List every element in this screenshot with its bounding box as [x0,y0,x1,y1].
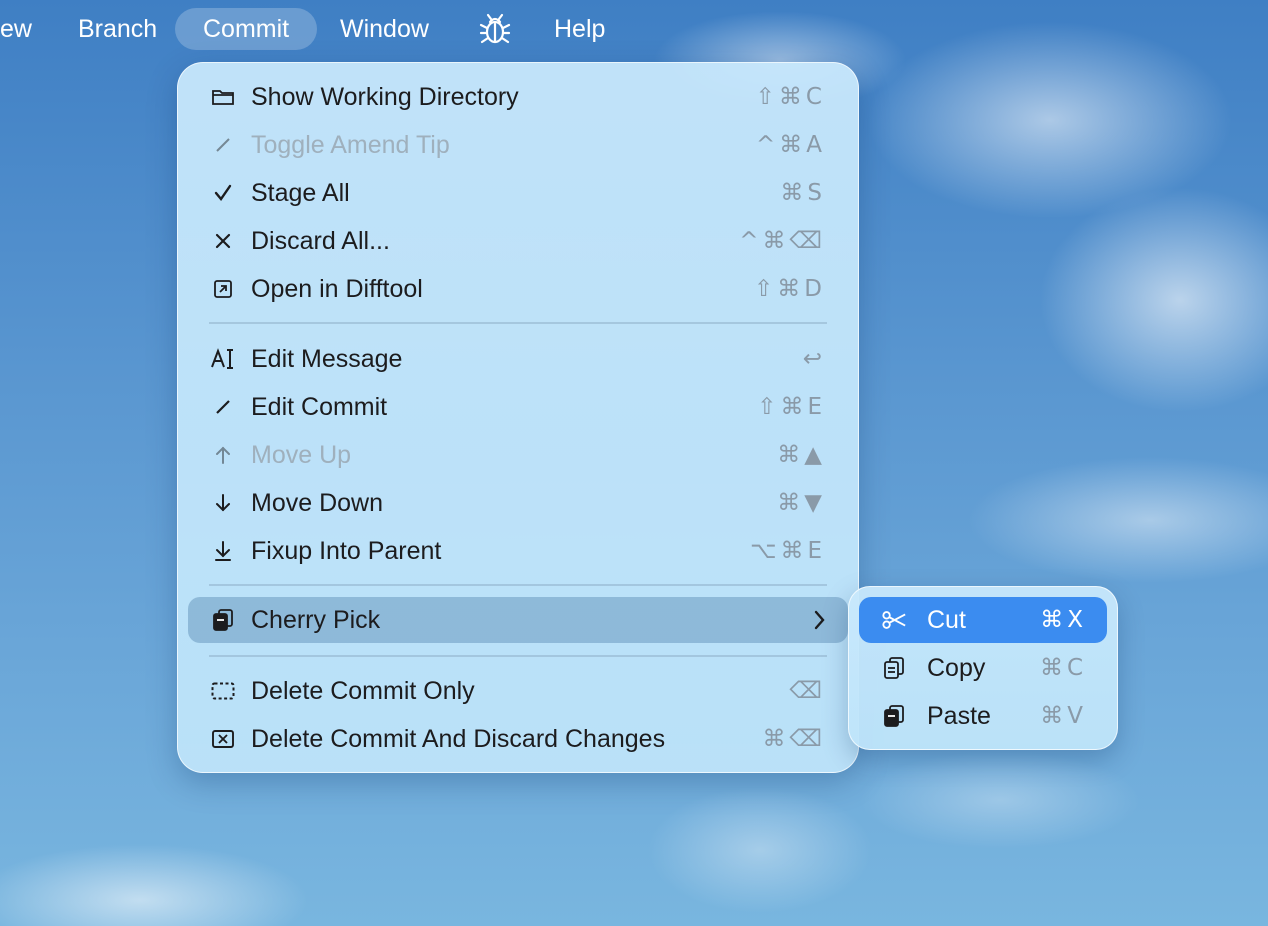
menu-item-label: Edit Commit [251,393,388,421]
shortcut: ⇧⌘E [757,394,826,420]
submenu-item-cut[interactable]: Cut ⌘X [859,597,1107,643]
shortcut: ^⌘⌫ [739,228,826,254]
menu-item-label: Toggle Amend Tip [251,131,450,159]
paste-icon [881,703,907,729]
menubar-item-commit[interactable]: Commit [175,8,318,50]
menu-item-label: Move Up [251,441,352,469]
menu-item-move-up: Move Up ⌘▲ [188,432,848,478]
separator [209,584,827,586]
submenu-item-paste[interactable]: Paste ⌘V [859,693,1107,739]
pencil-icon [210,132,236,158]
commit-menu: Show Working Directory ⇧⌘C Toggle Amend … [177,62,859,773]
bug-icon[interactable] [478,12,512,46]
arrow-down-to-line-icon [210,538,236,564]
menubar-item-help[interactable]: Help [546,8,613,50]
menu-item-label: Delete Commit Only [251,677,475,705]
copy-icon [881,655,907,681]
menubar-item-branch[interactable]: Branch [70,8,165,50]
submenu-item-label: Copy [927,654,986,682]
checkmark-icon [210,180,236,206]
shortcut: ⌥⌘E [749,538,826,564]
menu-item-cherry-pick[interactable]: Cherry Pick [188,597,848,643]
menu-item-edit-message[interactable]: Edit Message ↩ [188,336,848,382]
menu-item-label: Edit Message [251,345,403,373]
menu-item-label: Move Down [251,489,383,517]
menu-item-delete-commit-and-discard[interactable]: Delete Commit And Discard Changes ⌘⌫ [188,716,848,762]
shortcut: ⌘V [1040,703,1087,729]
shortcut: ⌘⌫ [762,726,826,752]
shortcut: ⇧⌘C [755,84,826,110]
separator [209,655,827,657]
submenu-item-copy[interactable]: Copy ⌘C [859,645,1107,691]
shortcut: ⌘S [780,180,826,206]
shortcut: ⌘X [1040,607,1087,633]
chevron-right-icon [812,609,826,636]
shortcut: ⌘▼ [777,490,826,516]
menu-item-stage-all[interactable]: Stage All ⌘S [188,170,848,216]
shortcut: ^⌘A [755,132,826,158]
menu-item-label: Stage All [251,179,350,207]
menubar-item-window[interactable]: Window [332,8,437,50]
menu-item-label: Delete Commit And Discard Changes [251,725,666,753]
x-icon [210,228,236,254]
menu-item-delete-commit-only[interactable]: Delete Commit Only ⌫ [188,668,848,714]
cherry-pick-submenu: Cut ⌘X Copy ⌘C Paste ⌘V [848,586,1118,750]
menu-item-label: Discard All... [251,227,390,255]
menu-item-edit-commit[interactable]: Edit Commit ⇧⌘E [188,384,848,430]
text-cursor-icon [210,346,236,372]
menubar-item-view[interactable]: ew [0,8,40,50]
separator [209,322,827,324]
arrow-down-icon [210,490,236,516]
shortcut: ↩ [802,346,826,372]
menu-item-fixup-into-parent[interactable]: Fixup Into Parent ⌥⌘E [188,528,848,574]
external-box-icon [210,276,236,302]
shortcut: ⌘▲ [777,442,826,468]
submenu-item-label: Cut [927,606,966,634]
menu-item-label: Fixup Into Parent [251,537,442,565]
shortcut: ⌘C [1039,655,1087,681]
menu-item-open-in-difftool[interactable]: Open in Difftool ⇧⌘D [188,266,848,312]
scissors-icon [881,607,907,633]
dashed-rect-icon [210,678,236,704]
menu-item-toggle-amend-tip: Toggle Amend Tip ^⌘A [188,122,848,168]
menu-item-discard-all[interactable]: Discard All... ^⌘⌫ [188,218,848,264]
folder-icon [210,84,236,110]
menu-item-show-working-directory[interactable]: Show Working Directory ⇧⌘C [188,74,848,120]
menu-item-label: Open in Difftool [251,275,423,303]
menu-bar: ew Branch Commit Window Help [0,0,1268,58]
shortcut: ⌫ [789,678,826,704]
arrow-up-icon [210,442,236,468]
submenu-item-label: Paste [927,702,991,730]
shortcut: ⇧⌘D [754,276,826,302]
clipboard-icon [210,607,236,633]
pencil-icon [210,394,236,420]
menu-item-label: Cherry Pick [251,606,381,634]
x-box-icon [210,726,236,752]
menu-item-label: Show Working Directory [251,83,519,111]
menu-item-move-down[interactable]: Move Down ⌘▼ [188,480,848,526]
